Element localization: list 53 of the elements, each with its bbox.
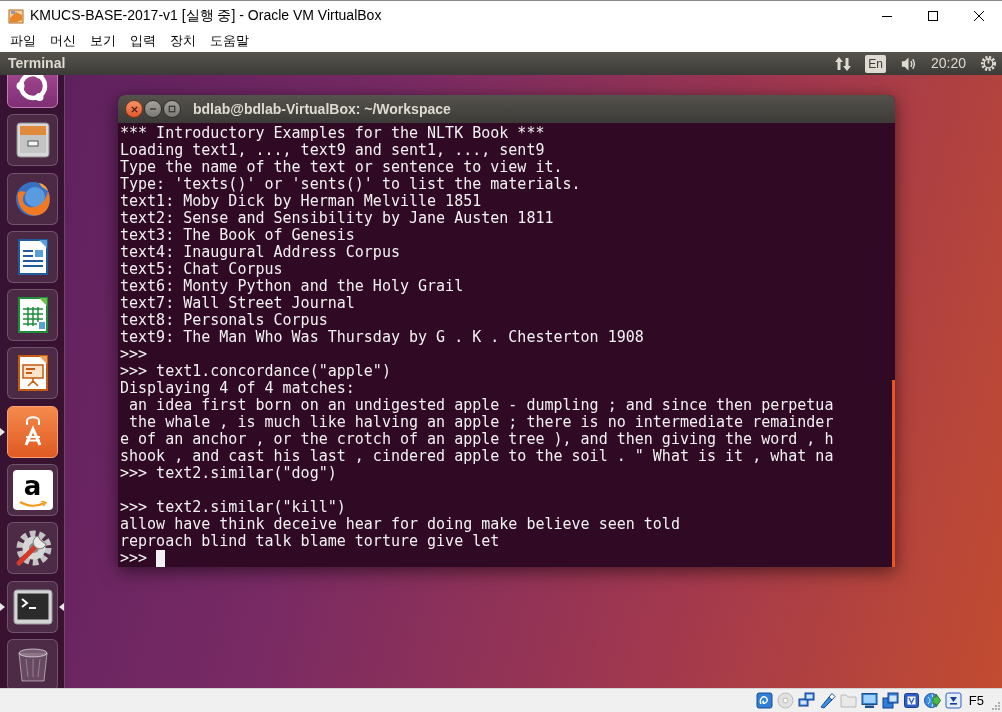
clock: 20:20: [930, 54, 966, 73]
terminal-line: text1: Moby Dick by Herman Melville 1851: [120, 193, 482, 210]
terminal-line: *** Introductory Examples for the NLTK Book ***: [120, 125, 545, 142]
terminal-line: text9: The Man Who Was Thursday by G . K . Chesterton 1908: [120, 329, 644, 346]
terminal-line: >>>: [120, 550, 148, 567]
window-title: bdlab@bdlab-VirtualBox: ~/Workspace: [193, 99, 451, 119]
menu-item[interactable]: 도움말: [203, 30, 256, 52]
terminal-line: >>> text2.similar("kill"): [120, 499, 346, 516]
terminal-line: >>>: [120, 346, 148, 363]
terminal-line: Loading text1, ..., text9 and sent1, ..., sent9: [120, 142, 545, 159]
host-key-label: F5: [968, 691, 984, 710]
terminal-line: text8: Personals Corpus: [120, 312, 328, 329]
terminal-line: Displaying 4 of 4 matches:: [120, 380, 355, 397]
terminal-line: >>> text1.concordance("apple"): [120, 363, 391, 380]
menu-item[interactable]: 파일: [3, 30, 43, 52]
terminal-line: an idea first born on an undigested apple - dumpling ; and since then perpetua: [128, 397, 834, 414]
maximize-icon: [928, 10, 938, 21]
smile-arrow-icon: [18, 501, 47, 509]
terminal-line: text4: Inaugural Address Corpus: [120, 244, 400, 261]
window-title: KMUCS-BASE-2017-v1 [실행 중] - Oracle VM VirtualBox: [30, 6, 382, 25]
terminal-line: e of an anchor , or the crotch of an apple tree ), and then giving the word , h: [120, 431, 834, 448]
speaker-icon: [899, 54, 917, 73]
scrollbar-thumb[interactable]: [892, 380, 895, 567]
terminal-line: text3: The Book of Genesis: [120, 227, 355, 244]
menu-item[interactable]: 장치: [163, 30, 203, 52]
menu-item[interactable]: 보기: [83, 30, 123, 52]
launcher-item[interactable]: a: [7, 464, 58, 517]
terminal-line: shook , and cast his last , cindered apple to the soil . " What is it , what na: [120, 448, 834, 465]
menu-item[interactable]: 머신: [43, 30, 83, 52]
power-icon: [980, 55, 997, 72]
app-name-label: Terminal: [8, 54, 66, 73]
terminal-icon: [12, 586, 53, 627]
terminal-line: allow have think deceive hear for doing make believe seen told: [120, 516, 680, 533]
terminal-line: reproach blind talk blame torture give let: [120, 533, 500, 550]
terminal-line: the whale , is much like halving an apple ; there is no intermediate remainder: [128, 414, 834, 431]
maximize-icon: [168, 105, 176, 113]
minimize-button[interactable]: [144, 100, 162, 118]
terminal-line: text6: Monty Python and the Holy Grail: [120, 278, 464, 295]
terminal-line: >>> text2.similar("dog"): [120, 465, 337, 482]
close-icon: [130, 105, 138, 113]
close-button[interactable]: [125, 100, 143, 118]
terminal-line: Type: 'texts()' or 'sents()' to list the materials.: [120, 176, 581, 193]
close-icon: [974, 10, 984, 21]
box-icon: [8, 7, 24, 24]
terminal-line: Type the name of the text or sentence to view it.: [120, 159, 563, 176]
terminal-line: text7: Wall Street Journal: [120, 295, 355, 312]
menu-item[interactable]: 입력: [123, 30, 163, 52]
terminal-line: text2: Sense and Sensibility by Jane Austen 1811: [120, 210, 554, 227]
launcher-item[interactable]: [7, 405, 58, 458]
keyboard-layout-indicator[interactable]: En: [865, 54, 886, 73]
minimize-icon: [149, 105, 157, 113]
resize-grip-icon: [990, 700, 1000, 710]
terminal-line: text5: Chat Corpus: [120, 261, 283, 278]
